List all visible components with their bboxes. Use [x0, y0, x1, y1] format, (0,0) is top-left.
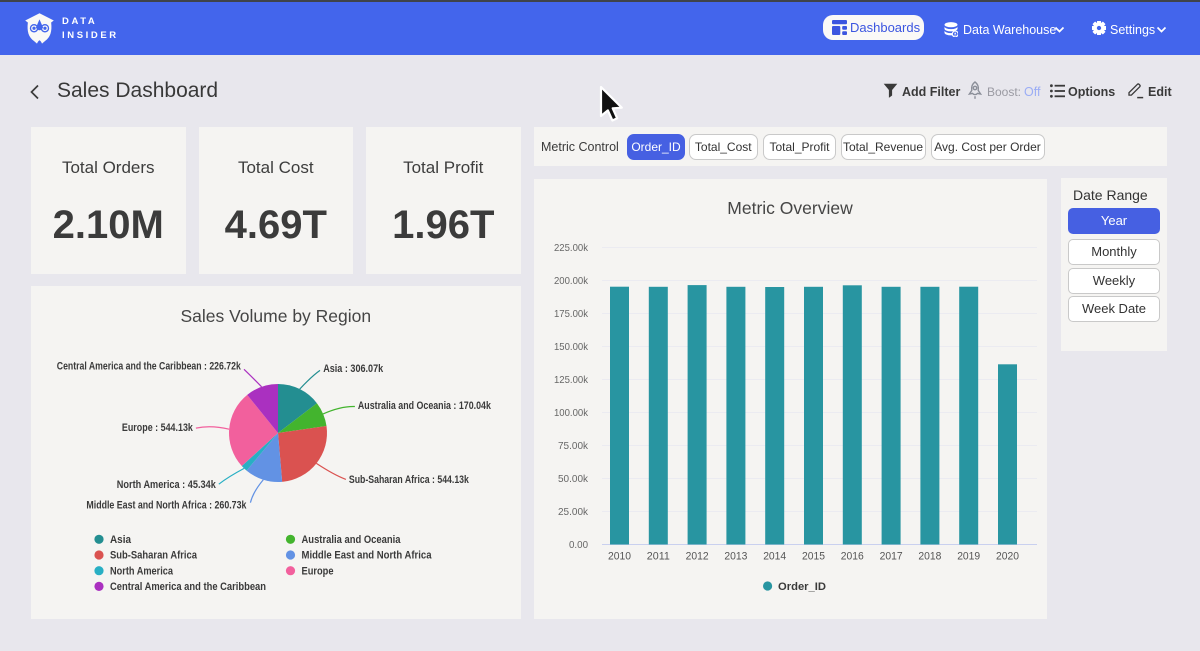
svg-text:175.00k: 175.00k	[554, 308, 589, 320]
svg-text:50.00k: 50.00k	[558, 473, 589, 485]
svg-text:Central America and the Caribb: Central America and the Caribbean : 226.…	[57, 360, 242, 372]
svg-text:2010: 2010	[608, 551, 631, 563]
svg-text:Order_ID: Order_ID	[778, 581, 826, 593]
svg-text:Australia and Oceania: Australia and Oceania	[302, 534, 402, 546]
svg-text:75.00k: 75.00k	[558, 440, 589, 452]
svg-text:125.00k: 125.00k	[554, 374, 589, 386]
svg-text:Asia : 306.07k: Asia : 306.07k	[323, 363, 384, 375]
svg-text:200.00k: 200.00k	[554, 275, 589, 287]
svg-text:2015: 2015	[802, 551, 825, 563]
svg-text:Central America and the Caribb: Central America and the Caribbean	[110, 581, 266, 593]
svg-text:2011: 2011	[647, 551, 670, 563]
svg-text:Asia: Asia	[110, 534, 132, 546]
svg-text:225.00k: 225.00k	[554, 242, 589, 254]
svg-text:2014: 2014	[763, 551, 786, 563]
svg-text:Sub-Saharan Africa : 544.13k: Sub-Saharan Africa : 544.13k	[349, 474, 470, 486]
svg-text:Europe : 544.13k: Europe : 544.13k	[122, 422, 194, 434]
svg-text:2016: 2016	[841, 551, 864, 563]
svg-text:2020: 2020	[996, 551, 1019, 563]
svg-text:2019: 2019	[957, 551, 980, 563]
svg-text:Metric Overview: Metric Overview	[727, 198, 853, 218]
svg-text:Sub-Saharan Africa: Sub-Saharan Africa	[110, 550, 198, 562]
svg-text:100.00k: 100.00k	[554, 407, 589, 419]
svg-text:25.00k: 25.00k	[558, 506, 589, 518]
svg-text:2018: 2018	[918, 551, 941, 563]
svg-text:North America : 45.34k: North America : 45.34k	[117, 479, 217, 491]
svg-text:150.00k: 150.00k	[554, 341, 589, 353]
svg-text:Australia and Oceania : 170.04: Australia and Oceania : 170.04k	[358, 400, 492, 412]
svg-text:2012: 2012	[686, 551, 709, 563]
svg-text:0.00: 0.00	[569, 539, 588, 551]
svg-text:2017: 2017	[880, 551, 903, 563]
svg-text:2013: 2013	[724, 551, 747, 563]
svg-text:Europe: Europe	[302, 565, 334, 577]
svg-text:Sales Volume by Region: Sales Volume by Region	[180, 306, 371, 326]
svg-text:Middle East and North Africa :: Middle East and North Africa : 260.73k	[86, 500, 247, 512]
svg-text:North America: North America	[110, 565, 174, 577]
svg-text:Middle East and North Africa: Middle East and North Africa	[302, 550, 433, 562]
